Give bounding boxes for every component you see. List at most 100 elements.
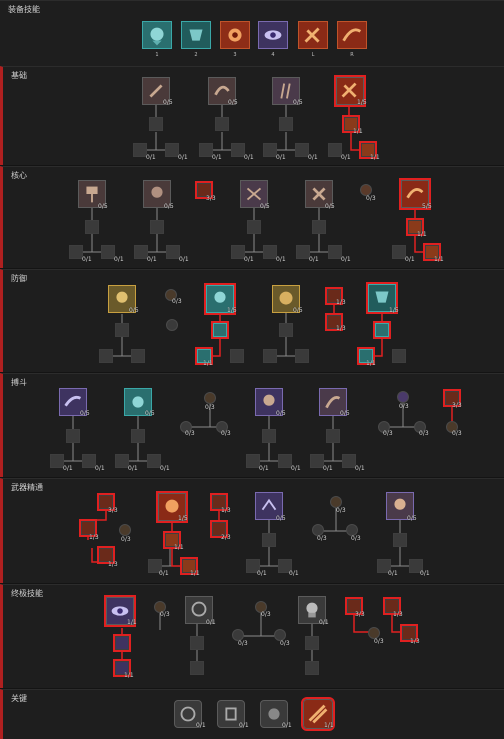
node-count: 1/3 <box>221 507 231 514</box>
upgrade-node[interactable] <box>263 349 277 363</box>
hotbar-slot-1[interactable] <box>142 21 172 49</box>
hotbar-key-2: 2 <box>194 52 198 58</box>
upgrade-node[interactable] <box>263 143 277 157</box>
upgrade-node[interactable] <box>328 245 342 259</box>
skill-count: 0/1 <box>206 619 216 626</box>
upgrade-node[interactable] <box>69 245 83 259</box>
upgrade-node[interactable] <box>312 220 326 234</box>
hotbar-slot-2[interactable] <box>181 21 211 49</box>
skill-count: 1/1 <box>127 619 137 626</box>
node-count: 1/3 <box>108 561 118 568</box>
node-count: 0/1 <box>114 256 124 263</box>
upgrade-node[interactable] <box>296 245 310 259</box>
node-count: 0/1 <box>323 465 333 472</box>
skill-count: 0/5 <box>163 99 173 106</box>
upgrade-node[interactable] <box>230 349 244 363</box>
node-count: 0/1 <box>341 154 351 161</box>
skill-count: 0/5 <box>164 203 174 210</box>
node-count: 1/1 <box>324 722 334 729</box>
upgrade-node[interactable] <box>262 429 276 443</box>
upgrade-node[interactable] <box>278 454 292 468</box>
upgrade-node[interactable] <box>342 454 356 468</box>
hotbar-slot-L[interactable] <box>298 21 328 49</box>
upgrade-node-selected[interactable] <box>211 321 229 339</box>
node-count: 0/3 <box>205 404 215 411</box>
skill-count: 0/5 <box>293 307 303 314</box>
node-count: 1/3 <box>336 325 346 332</box>
node-count: 0/1 <box>179 256 189 263</box>
upgrade-node[interactable] <box>99 349 113 363</box>
upgrade-node[interactable] <box>82 454 96 468</box>
upgrade-node[interactable] <box>246 454 260 468</box>
node-count: 1/1 <box>434 256 444 263</box>
upgrade-node[interactable] <box>147 454 161 468</box>
node-count: 0/1 <box>146 154 156 161</box>
node-count: 0/1 <box>63 465 73 472</box>
upgrade-node[interactable] <box>66 429 80 443</box>
section-defense: 防御 <box>0 269 504 372</box>
passive-node[interactable] <box>97 546 115 564</box>
skill-count: 0/5 <box>340 410 350 417</box>
hotbar-slot-4[interactable] <box>258 21 288 49</box>
passive-node[interactable] <box>166 319 178 331</box>
node-count: 0/1 <box>178 154 188 161</box>
upgrade-node[interactable] <box>328 143 342 157</box>
skill-count: 1/5 <box>178 515 188 522</box>
upgrade-node[interactable] <box>262 533 276 547</box>
node-count: 0/3 <box>185 430 195 437</box>
upgrade-node[interactable] <box>150 220 164 234</box>
upgrade-node[interactable] <box>279 323 293 337</box>
upgrade-node[interactable] <box>134 245 148 259</box>
upgrade-node[interactable] <box>392 245 406 259</box>
node-count: 1/3 <box>336 299 346 306</box>
upgrade-node[interactable] <box>215 117 229 131</box>
node-count: 3/3 <box>452 402 462 409</box>
passive-node[interactable] <box>79 519 97 537</box>
upgrade-node[interactable] <box>166 245 180 259</box>
upgrade-node[interactable] <box>165 143 179 157</box>
passive-node[interactable] <box>119 524 131 536</box>
upgrade-node[interactable] <box>326 429 340 443</box>
upgrade-node[interactable] <box>190 636 204 650</box>
upgrade-node[interactable] <box>310 454 324 468</box>
passive-node[interactable] <box>397 391 409 403</box>
node-count: 0/1 <box>159 570 169 577</box>
upgrade-node[interactable] <box>247 220 261 234</box>
upgrade-node[interactable] <box>101 245 115 259</box>
upgrade-node[interactable] <box>295 349 309 363</box>
upgrade-node[interactable] <box>115 454 129 468</box>
node-count: 0/3 <box>374 638 384 645</box>
node-count: 0/1 <box>128 465 138 472</box>
upgrade-node[interactable] <box>149 117 163 131</box>
upgrade-node[interactable] <box>85 220 99 234</box>
node-count: 3/3 <box>355 611 365 618</box>
upgrade-node[interactable] <box>115 323 129 337</box>
section-basic: 基础 <box>0 66 504 165</box>
section-equipped: 装备技能 <box>0 0 504 66</box>
node-count: 1/3 <box>393 611 403 618</box>
upgrade-node[interactable] <box>263 245 277 259</box>
upgrade-node[interactable] <box>231 143 245 157</box>
node-count: 0/3 <box>261 611 271 618</box>
upgrade-node[interactable] <box>392 349 406 363</box>
upgrade-node[interactable] <box>190 661 204 675</box>
upgrade-node[interactable] <box>199 143 213 157</box>
upgrade-node[interactable] <box>50 454 64 468</box>
upgrade-node[interactable] <box>305 636 319 650</box>
upgrade-node[interactable] <box>131 429 145 443</box>
hotbar-slot-R[interactable] <box>337 21 367 49</box>
hotbar-slot-3[interactable] <box>220 21 250 49</box>
upgrade-node-selected[interactable] <box>113 634 131 652</box>
upgrade-node[interactable] <box>393 533 407 547</box>
upgrade-node[interactable] <box>305 661 319 675</box>
upgrade-node[interactable] <box>131 349 145 363</box>
node-count: 1/1 <box>370 154 380 161</box>
node-count: 0/3 <box>366 195 376 202</box>
upgrade-node[interactable] <box>133 143 147 157</box>
upgrade-node-selected[interactable] <box>373 321 391 339</box>
node-count: 0/1 <box>309 256 319 263</box>
upgrade-node[interactable] <box>231 245 245 259</box>
passive-node[interactable] <box>204 392 216 404</box>
upgrade-node[interactable] <box>279 117 293 131</box>
upgrade-node[interactable] <box>295 143 309 157</box>
